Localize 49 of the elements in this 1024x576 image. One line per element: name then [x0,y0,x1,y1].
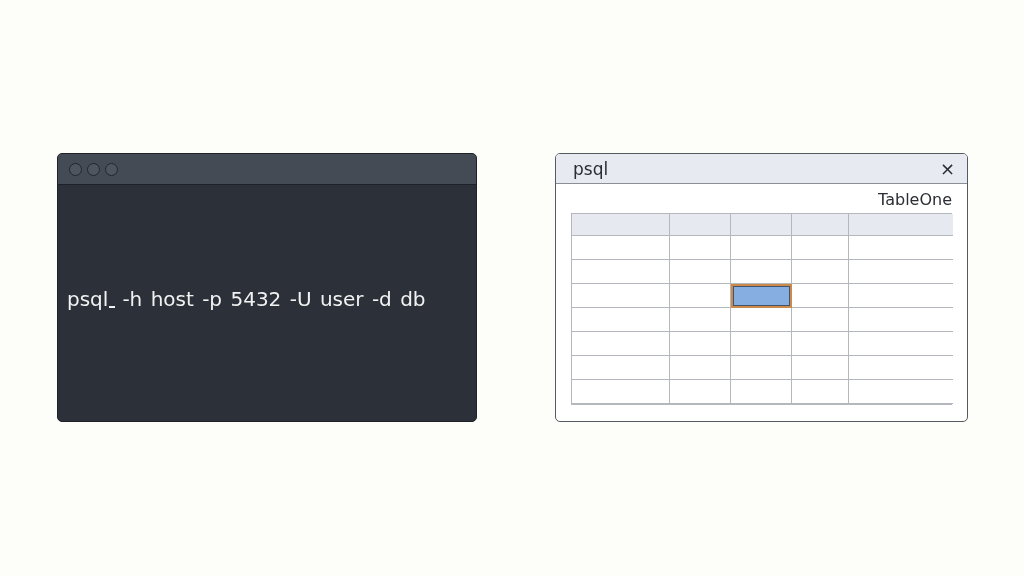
table-cell[interactable] [731,260,792,284]
table-cell[interactable] [792,260,849,284]
close-button[interactable]: × [935,158,959,179]
table-cell[interactable] [572,380,670,404]
table-cell[interactable] [792,284,849,308]
table-cell[interactable] [731,380,792,404]
table-cell[interactable] [731,332,792,356]
table-cell[interactable] [572,308,670,332]
table-cell[interactable] [792,332,849,356]
header-cell[interactable] [731,214,792,236]
table-name: TableOne [877,190,952,209]
table-cell[interactable] [670,332,731,356]
table-cell[interactable] [572,284,670,308]
table-cell[interactable] [792,356,849,380]
command-text: psql [67,287,109,311]
table-cell[interactable] [849,308,953,332]
header-cell[interactable] [792,214,849,236]
table-cell[interactable] [670,308,731,332]
table-cell[interactable] [731,236,792,260]
command-text: -h host -p 5432 -U user -d db [122,287,426,311]
table-cell[interactable] [572,260,670,284]
table-cell[interactable] [849,284,953,308]
table-cell[interactable] [731,284,792,308]
table-cell[interactable] [572,356,670,380]
table-cell[interactable] [731,308,792,332]
header-cell[interactable] [849,214,953,236]
window-title: psql [573,158,609,179]
table-cell[interactable] [670,284,731,308]
table-cell[interactable] [792,380,849,404]
window-control-icon[interactable] [69,162,82,176]
table-cell[interactable] [849,236,953,260]
table-cell[interactable] [670,356,731,380]
table-cell[interactable] [792,308,849,332]
table-cell[interactable] [670,380,731,404]
table-cell[interactable] [849,380,953,404]
table-cell[interactable] [792,236,849,260]
table-cell[interactable] [670,260,731,284]
table-cell[interactable] [849,356,953,380]
table-cell[interactable] [731,356,792,380]
table-cell[interactable] [849,332,953,356]
table-cell[interactable] [670,236,731,260]
window-control-icon[interactable] [105,162,118,176]
table-cell[interactable] [572,236,670,260]
cursor-icon [109,306,116,308]
header-cell[interactable] [572,214,670,236]
header-cell[interactable] [670,214,731,236]
table-cell[interactable] [849,260,953,284]
table-cell[interactable] [572,332,670,356]
window-control-icon[interactable] [87,162,100,176]
